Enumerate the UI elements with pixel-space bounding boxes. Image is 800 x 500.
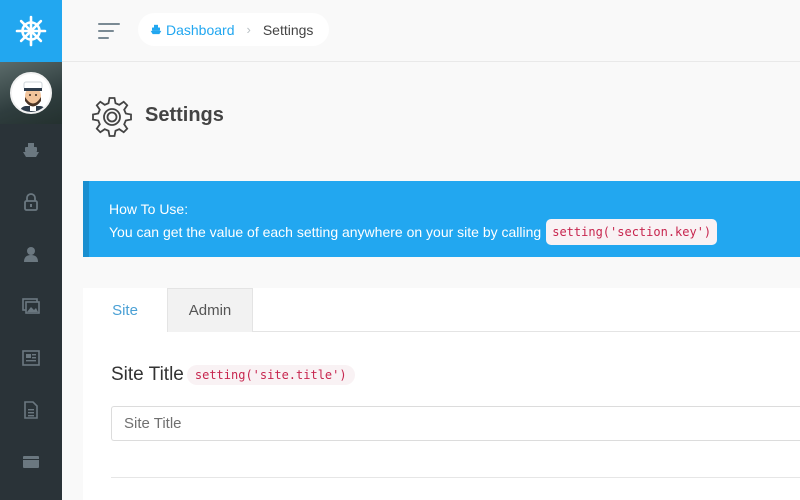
news-icon [22,350,40,366]
breadcrumb-dashboard-link[interactable]: Dashboard [150,22,235,38]
breadcrumb: Dashboard › Settings [138,13,330,46]
tab-admin[interactable]: Admin [167,288,253,332]
sidebar-item-posts[interactable] [0,338,62,378]
document-icon [24,401,38,419]
sidebar-item-categories[interactable] [0,442,62,482]
site-title-input[interactable] [111,406,800,441]
sidebar-item-permissions[interactable] [0,182,62,222]
logo[interactable] [0,0,62,62]
sidebar-item-pages[interactable] [0,390,62,430]
site-title-code-snippet: setting('site.title') [186,365,355,385]
site-title-label: Site Title [111,364,184,385]
tab-site[interactable]: Site [83,288,167,332]
top-navbar: Dashboard › Settings [62,0,800,62]
avatar[interactable] [10,72,52,114]
boat-icon [23,143,39,157]
gear-icon [92,97,132,137]
breadcrumb-dashboard-label[interactable]: Dashboard [166,22,235,38]
alert-title: How To Use: [109,201,189,217]
site-title-label-row: Site Title setting('site.title') [111,364,355,386]
ship-wheel-icon [15,15,47,47]
sidebar-item-media[interactable] [0,286,62,326]
alert-text: You can get the value of each setting an… [109,224,542,240]
images-icon [22,298,40,314]
how-to-use-alert: How To Use: You can get the value of eac… [83,181,800,257]
breadcrumb-current: Settings [262,21,314,38]
user-icon [24,247,38,262]
sidebar-item-users[interactable] [0,234,62,274]
page-title: Settings [145,104,224,126]
folder-icon [23,456,39,468]
alert-code-snippet: setting('section.key') [546,219,718,245]
boat-icon [150,24,162,35]
hamburger-menu-icon[interactable] [98,22,120,40]
sidebar [0,0,62,500]
divider [111,477,800,478]
settings-panel: Site Admin Site Title setting('site.titl… [83,288,800,500]
tab-bar: Site Admin [83,288,800,332]
lock-icon [24,193,38,211]
sidebar-item-ships[interactable] [0,130,62,170]
chevron-right-icon: › [246,22,251,37]
user-avatar-area[interactable] [0,62,62,124]
